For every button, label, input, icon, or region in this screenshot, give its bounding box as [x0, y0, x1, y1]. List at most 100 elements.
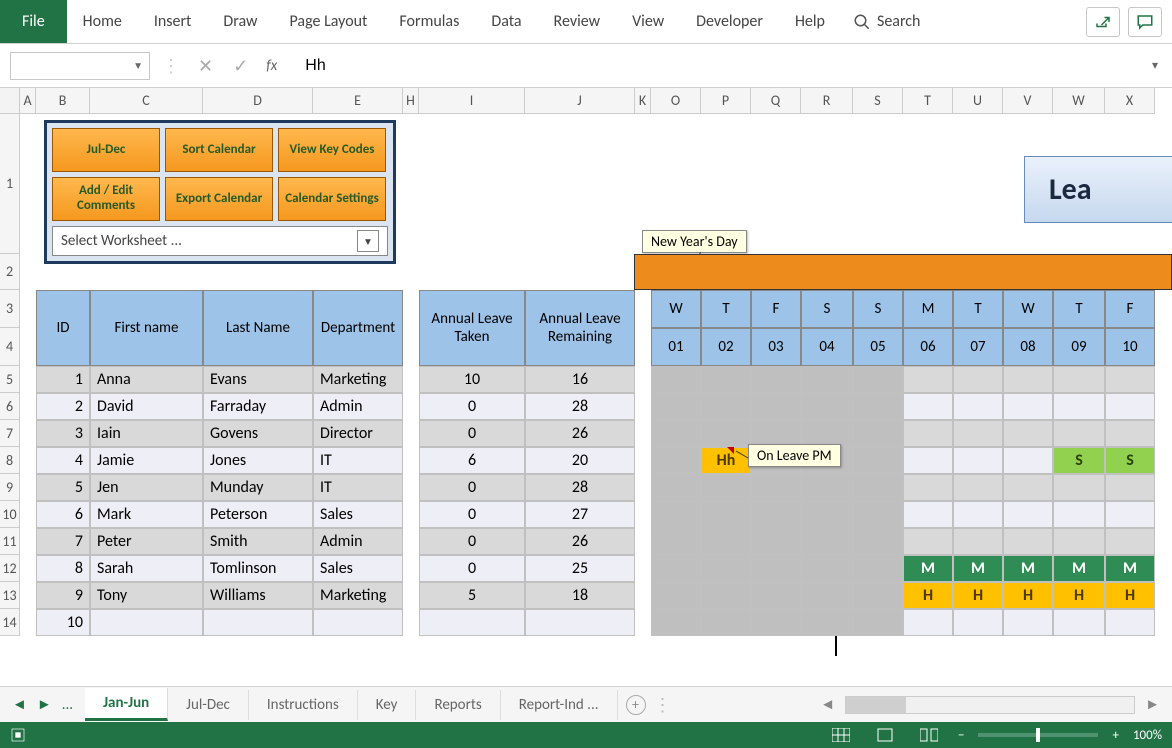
cal-9-01[interactable] — [651, 474, 701, 501]
cell-remain-7[interactable]: 26 — [525, 420, 635, 447]
cal-9-07[interactable] — [953, 474, 1003, 501]
ribbon-tab-home[interactable]: Home — [67, 0, 138, 43]
cal-12-10[interactable]: M — [1105, 555, 1155, 582]
cal-12-01[interactable] — [651, 555, 701, 582]
cell-last-10[interactable]: Peterson — [203, 501, 313, 528]
cal-6-02[interactable] — [701, 393, 751, 420]
sheet-tab-key[interactable]: Key — [358, 690, 417, 720]
column-header-K[interactable]: K — [635, 88, 651, 114]
cancel-icon[interactable]: ✕ — [198, 55, 213, 77]
cal-7-08[interactable] — [1003, 420, 1053, 447]
cal-10-06[interactable] — [903, 501, 953, 528]
column-header-E[interactable]: E — [313, 88, 403, 114]
cell-remain-5[interactable]: 16 — [525, 366, 635, 393]
cell-remain-6[interactable]: 28 — [525, 393, 635, 420]
ribbon-tab-help[interactable]: Help — [779, 0, 841, 43]
sheet-tab-report-ind[interactable]: Report-Ind ... — [501, 690, 618, 720]
cell-dept-9[interactable]: IT — [313, 474, 403, 501]
cell-first-5[interactable]: Anna — [90, 366, 203, 393]
cal-6-04[interactable] — [801, 393, 853, 420]
cal-12-09[interactable]: M — [1053, 555, 1105, 582]
cal-12-08[interactable]: M — [1003, 555, 1053, 582]
cell-remain-9[interactable]: 28 — [525, 474, 635, 501]
cell-id-7[interactable]: 3 — [36, 420, 90, 447]
cal-8-07[interactable] — [953, 447, 1003, 474]
formula-bar-expand-icon[interactable]: ▾ — [1146, 58, 1164, 73]
cal-10-04[interactable] — [801, 501, 853, 528]
sheet-tab-jul-dec[interactable]: Jul-Dec — [168, 690, 249, 720]
column-header-U[interactable]: U — [953, 88, 1003, 114]
cell-first-10[interactable]: Mark — [90, 501, 203, 528]
btn-sort-calendar[interactable]: Sort Calendar — [165, 128, 273, 172]
scroll-left-icon[interactable]: ◄ — [816, 696, 839, 714]
column-header-H[interactable]: H — [403, 88, 419, 114]
cell-last-11[interactable]: Smith — [203, 528, 313, 555]
cal-13-01[interactable] — [651, 582, 701, 609]
cell-remain-13[interactable]: 18 — [525, 582, 635, 609]
cell-last-13[interactable]: Williams — [203, 582, 313, 609]
cal-8-02[interactable]: Hh — [701, 447, 751, 474]
spreadsheet-grid[interactable]: ABCDEHIJKOPQRSTUVWX 1234567891011121314 … — [0, 88, 1172, 686]
cal-13-02[interactable] — [701, 582, 751, 609]
cal-10-08[interactable] — [1003, 501, 1053, 528]
ribbon-tab-draw[interactable]: Draw — [207, 0, 273, 43]
cell-dept-14[interactable] — [313, 609, 403, 636]
cal-7-04[interactable] — [801, 420, 853, 447]
ribbon-tab-page-layout[interactable]: Page Layout — [274, 0, 384, 43]
cal-10-05[interactable] — [853, 501, 903, 528]
cell-remain-12[interactable]: 25 — [525, 555, 635, 582]
cell-last-6[interactable]: Farraday — [203, 393, 313, 420]
cell-dept-12[interactable]: Sales — [313, 555, 403, 582]
cell-last-5[interactable]: Evans — [203, 366, 313, 393]
cell-first-12[interactable]: Sarah — [90, 555, 203, 582]
cal-5-08[interactable] — [1003, 366, 1053, 393]
column-header-S[interactable]: S — [853, 88, 903, 114]
cal-5-01[interactable] — [651, 366, 701, 393]
row-header-10[interactable]: 10 — [0, 501, 20, 528]
cell-id-8[interactable]: 4 — [36, 447, 90, 474]
cal-6-10[interactable] — [1105, 393, 1155, 420]
cal-7-09[interactable] — [1053, 420, 1105, 447]
zoom-slider[interactable] — [978, 733, 1098, 737]
cell-last-8[interactable]: Jones — [203, 447, 313, 474]
cal-5-06[interactable] — [903, 366, 953, 393]
cal-11-08[interactable] — [1003, 528, 1053, 555]
select-all-corner[interactable] — [0, 88, 20, 114]
cal-12-03[interactable] — [751, 555, 801, 582]
column-header-O[interactable]: O — [651, 88, 701, 114]
cal-8-05[interactable] — [853, 447, 903, 474]
cell-dept-6[interactable]: Admin — [313, 393, 403, 420]
column-header-X[interactable]: X — [1105, 88, 1155, 114]
share-button[interactable] — [1086, 7, 1120, 37]
cal-7-10[interactable] — [1105, 420, 1155, 447]
cal-6-08[interactable] — [1003, 393, 1053, 420]
column-header-J[interactable]: J — [525, 88, 635, 114]
row-header-11[interactable]: 11 — [0, 528, 20, 555]
cell-id-11[interactable]: 7 — [36, 528, 90, 555]
fx-label[interactable]: fx — [266, 57, 287, 75]
ribbon-tab-formulas[interactable]: Formulas — [383, 0, 475, 43]
grid-body[interactable]: Jul-Dec Sort Calendar View Key Codes Add… — [20, 114, 1172, 686]
column-header-B[interactable]: B — [36, 88, 90, 114]
tell-me-search[interactable]: Search — [841, 0, 933, 43]
ribbon-tab-view[interactable]: View — [616, 0, 680, 43]
cell-first-13[interactable]: Tony — [90, 582, 203, 609]
btn-jul-dec[interactable]: Jul-Dec — [52, 128, 160, 172]
cell-last-14[interactable] — [203, 609, 313, 636]
cal-13-06[interactable]: H — [903, 582, 953, 609]
ribbon-tab-insert[interactable]: Insert — [138, 0, 208, 43]
tab-nav-next[interactable]: ► — [37, 696, 52, 714]
cell-first-9[interactable]: Jen — [90, 474, 203, 501]
btn-view-key-codes[interactable]: View Key Codes — [278, 128, 386, 172]
row-header-9[interactable]: 9 — [0, 474, 20, 501]
cell-dept-10[interactable]: Sales — [313, 501, 403, 528]
scroll-track[interactable] — [845, 696, 1135, 714]
cal-9-08[interactable] — [1003, 474, 1053, 501]
cal-11-09[interactable] — [1053, 528, 1105, 555]
column-header-P[interactable]: P — [701, 88, 751, 114]
view-page-layout-icon[interactable] — [870, 726, 900, 744]
cal-7-03[interactable] — [751, 420, 801, 447]
cal-5-09[interactable] — [1053, 366, 1105, 393]
cell-dept-13[interactable]: Marketing — [313, 582, 403, 609]
cal-5-07[interactable] — [953, 366, 1003, 393]
